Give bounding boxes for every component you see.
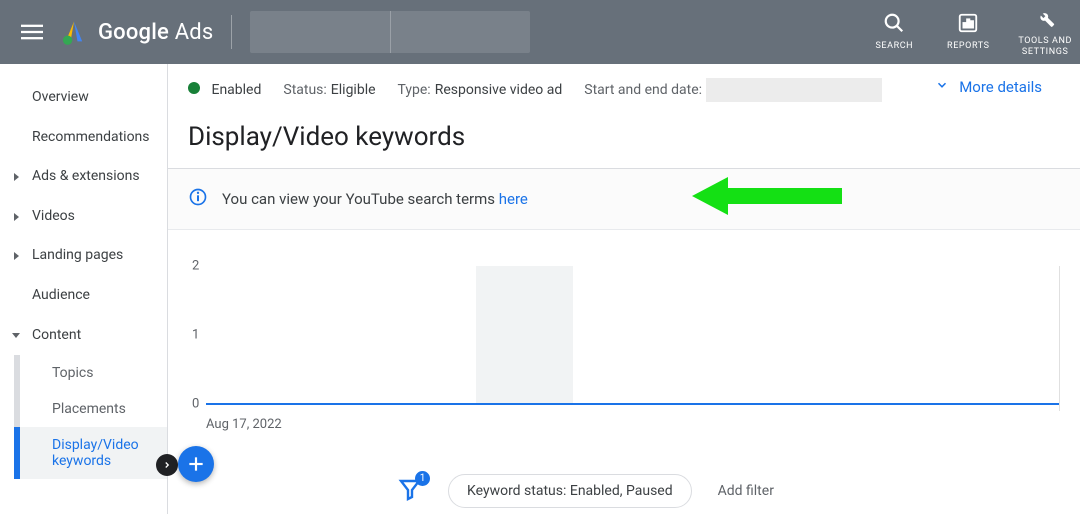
menu-icon[interactable] [12,12,52,52]
filter-count-badge: 1 [415,471,430,486]
notice-banner: You can view your YouTube search terms h… [168,169,1080,230]
collapse-handle-icon[interactable] [156,454,178,476]
sidebar-item-recommendations[interactable]: Recommendations [0,118,167,158]
sidebar-sub-placements[interactable]: Placements [14,391,167,427]
filter-chip-keyword-status[interactable]: Keyword status: Enabled, Paused [448,474,692,508]
chevron-down-icon [935,78,949,96]
reports-icon [957,12,979,37]
sidebar-item-content[interactable]: Content [0,316,167,356]
x-axis-start-label: Aug 17, 2022 [206,411,1060,432]
page-title: Display/Video keywords [168,110,1080,168]
main-content: Enabled Status:Eligible Type:Responsive … [168,64,1080,514]
wrench-icon [1034,7,1056,32]
more-details-toggle[interactable]: More details [935,78,1042,96]
chart-highlight-band [476,266,573,404]
date-placeholder [706,78,882,102]
left-sidebar: Overview Recommendations Ads & extension… [0,64,168,514]
add-filter-button[interactable]: Add filter [718,483,774,499]
annotation-arrow-icon [692,173,842,223]
sidebar-sub-display-video-keywords[interactable]: Display/Video keywords [14,427,167,479]
search-icon [883,12,905,37]
filter-button[interactable]: 1 [398,477,422,505]
reports-button[interactable]: REPORTS [944,12,992,52]
filter-bar: 1 Keyword status: Enabled, Paused Add fi… [398,474,1080,508]
account-selector[interactable] [250,11,530,53]
status-enabled: Enabled [188,82,261,98]
campaign-type: Type:Responsive video ad [398,82,563,98]
status-bar: Enabled Status:Eligible Type:Responsive … [168,64,1080,110]
tools-settings-button[interactable]: TOOLS AND SETTINGS [1018,7,1072,58]
campaign-dates: Start and end date: [584,78,882,102]
y-tick: 0 [192,397,199,412]
notice-text: You can view your YouTube search terms h… [222,190,528,208]
divider [231,15,232,49]
chart-series-line [206,403,1059,405]
sidebar-item-overview[interactable]: Overview [0,78,167,118]
sidebar-item-ads-extensions[interactable]: Ads & extensions [0,157,167,197]
ads-logo-icon [60,18,88,46]
brand-logo[interactable]: Google Ads [60,18,213,46]
y-tick: 1 [192,328,199,343]
performance-chart: 2 1 0 Aug 17, 2022 [168,230,1080,432]
campaign-status: Status:Eligible [283,82,375,98]
top-app-bar: Google Ads SEARCH REPORTS TOOLS AND SETT… [0,0,1080,64]
sidebar-item-audience[interactable]: Audience [0,276,167,316]
brand-text: Google Ads [98,20,213,45]
search-button[interactable]: SEARCH [870,12,918,52]
search-terms-link[interactable]: here [499,190,528,208]
info-icon [188,187,208,211]
sidebar-item-videos[interactable]: Videos [0,197,167,237]
y-tick: 2 [192,259,199,274]
sidebar-sub-topics[interactable]: Topics [14,355,167,391]
sidebar-item-landing-pages[interactable]: Landing pages [0,236,167,276]
enabled-dot-icon [188,82,200,94]
add-fab-button[interactable] [178,446,214,482]
